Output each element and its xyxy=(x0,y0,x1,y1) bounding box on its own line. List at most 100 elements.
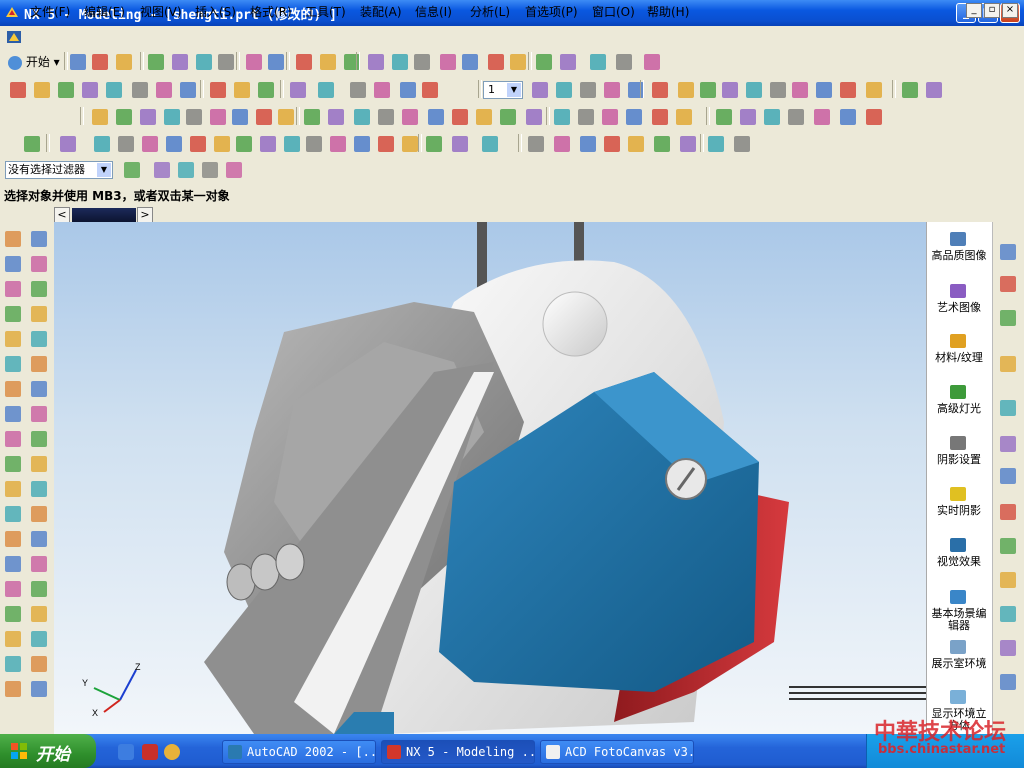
graphics-viewport[interactable]: Z Y X xyxy=(54,222,926,734)
visualization-item-label[interactable]: 材料/纹理 xyxy=(928,352,990,364)
toolbar-tool-icon[interactable] xyxy=(708,136,724,152)
toolbar-tool-icon[interactable] xyxy=(368,54,384,70)
toolbar-tool-icon[interactable] xyxy=(210,82,226,98)
toolbar-tool-icon[interactable] xyxy=(580,82,596,98)
palette-tool-icon[interactable] xyxy=(5,381,21,397)
windows-start-button[interactable]: 开始 xyxy=(0,734,96,768)
toolbar-tool-icon[interactable] xyxy=(462,54,478,70)
toolbar-tool-icon[interactable] xyxy=(716,109,732,125)
toolbar-tool-icon[interactable] xyxy=(330,136,346,152)
visualization-item-label[interactable]: 高品质图像 xyxy=(928,250,990,262)
palette-tool-icon[interactable] xyxy=(31,381,47,397)
visualization-item-label[interactable]: 展示室环境 xyxy=(928,658,990,670)
palette-tool-icon[interactable] xyxy=(5,506,21,522)
visualization-item-label[interactable]: 基本场景编辑器 xyxy=(928,608,990,632)
toolbar-tool-icon[interactable] xyxy=(554,136,570,152)
taskbar-button[interactable]: ACD FotoCanvas v3.0 xyxy=(540,740,694,764)
toolbar-tool-icon[interactable] xyxy=(180,82,196,98)
palette-tool-icon[interactable] xyxy=(5,281,21,297)
toolbar-tool-icon[interactable] xyxy=(402,109,418,125)
toolbar-tool-icon[interactable] xyxy=(644,54,660,70)
toolbar-tool-icon[interactable] xyxy=(556,82,572,98)
menu-item[interactable]: 工具(T) xyxy=(305,3,346,20)
toolbar-tool-icon[interactable] xyxy=(554,109,570,125)
toolbar-tool-icon[interactable] xyxy=(210,109,226,125)
palette-tool-icon[interactable] xyxy=(31,306,47,322)
toolbar-tool-icon[interactable] xyxy=(196,54,212,70)
palette-tool-icon[interactable] xyxy=(31,406,47,422)
toolbar-tool-icon[interactable] xyxy=(258,82,274,98)
toolbar-tool-icon[interactable] xyxy=(414,54,430,70)
toolbar-tool-icon[interactable] xyxy=(560,54,576,70)
palette-tool-icon[interactable] xyxy=(5,531,21,547)
menu-item[interactable]: 视图(V) xyxy=(140,3,182,20)
toolbar-tool-icon[interactable] xyxy=(626,109,642,125)
toolbar-tool-icon[interactable] xyxy=(536,54,552,70)
menu-item[interactable]: 帮助(H) xyxy=(647,3,689,20)
nav-scroll-thumb[interactable] xyxy=(72,208,136,222)
palette-tool-icon[interactable] xyxy=(5,656,21,672)
toolbar-tool-icon[interactable] xyxy=(256,109,272,125)
menu-item[interactable]: 文件(F) xyxy=(30,3,70,20)
toolbar-tool-icon[interactable] xyxy=(604,136,620,152)
toolbar-tool-icon[interactable] xyxy=(580,136,596,152)
palette-tool-icon[interactable] xyxy=(31,231,47,247)
toolbar-tool-icon[interactable] xyxy=(452,109,468,125)
toolbar-tool-icon[interactable] xyxy=(482,136,498,152)
menu-item[interactable]: 分析(L) xyxy=(470,3,510,20)
toolbar-tool-icon[interactable] xyxy=(260,136,276,152)
menu-item[interactable]: 格式(R) xyxy=(250,3,292,20)
toolbar-tool-icon[interactable] xyxy=(510,54,526,70)
palette-tool-icon[interactable] xyxy=(5,356,21,372)
toolbar-tool-icon[interactable] xyxy=(268,54,284,70)
toolbar-tool-icon[interactable] xyxy=(840,82,856,98)
mdi-restore-button[interactable]: ▫ xyxy=(984,3,1000,18)
toolbar-tool-icon[interactable] xyxy=(92,54,108,70)
toolbar-tool-icon[interactable] xyxy=(734,136,750,152)
resource-tab-icon[interactable] xyxy=(1000,606,1016,622)
palette-tool-icon[interactable] xyxy=(31,456,47,472)
toolbar-tool-icon[interactable] xyxy=(328,109,344,125)
toolbar-tool-icon[interactable] xyxy=(764,109,780,125)
toolbar-tool-icon[interactable] xyxy=(142,136,158,152)
resource-tab-icon[interactable] xyxy=(1000,310,1016,326)
toolbar-tool-icon[interactable] xyxy=(676,109,692,125)
toolbar-tool-icon[interactable] xyxy=(378,136,394,152)
toolbar-tool-icon[interactable] xyxy=(156,82,172,98)
toolbar-tool-icon[interactable] xyxy=(58,82,74,98)
selection-tool-icon[interactable] xyxy=(226,162,242,178)
menu-item[interactable]: 信息(I) xyxy=(415,3,452,20)
visualization-item-label[interactable]: 实时阴影 xyxy=(928,505,990,517)
palette-tool-icon[interactable] xyxy=(31,431,47,447)
toolbar-tool-icon[interactable] xyxy=(236,136,252,152)
toolbar-tool-icon[interactable] xyxy=(532,82,548,98)
toolbar-tool-icon[interactable] xyxy=(814,109,830,125)
toolbar-tool-icon[interactable] xyxy=(746,82,762,98)
toolbar-tool-icon[interactable] xyxy=(788,109,804,125)
palette-tool-icon[interactable] xyxy=(5,406,21,422)
toolbar-tool-icon[interactable] xyxy=(350,82,366,98)
media-player-icon[interactable] xyxy=(164,744,180,760)
resource-tab-icon[interactable] xyxy=(1000,276,1016,292)
palette-tool-icon[interactable] xyxy=(5,456,21,472)
toolbar-tool-icon[interactable] xyxy=(318,82,334,98)
toolbar-tool-icon[interactable] xyxy=(116,54,132,70)
selection-tool-icon[interactable] xyxy=(124,162,140,178)
toolbar-tool-icon[interactable] xyxy=(92,109,108,125)
resource-tab-icon[interactable] xyxy=(1000,504,1016,520)
start-menu-button[interactable]: 开始 ▾ xyxy=(8,53,60,70)
toolbar-tool-icon[interactable] xyxy=(654,136,670,152)
toolbar-tool-icon[interactable] xyxy=(116,109,132,125)
toolbar-tool-icon[interactable] xyxy=(678,82,694,98)
toolbar-tool-icon[interactable] xyxy=(60,136,76,152)
toolbar-tool-icon[interactable] xyxy=(374,82,390,98)
resource-tab-icon[interactable] xyxy=(1000,436,1016,452)
toolbar-tool-icon[interactable] xyxy=(740,109,756,125)
visualization-item-label[interactable]: 视觉效果 xyxy=(928,556,990,568)
toolbar-tool-icon[interactable] xyxy=(866,82,882,98)
toolbar-tool-icon[interactable] xyxy=(190,136,206,152)
mdi-close-button[interactable]: × xyxy=(1002,3,1018,18)
toolbar-tool-icon[interactable] xyxy=(840,109,856,125)
visualization-item-label[interactable]: 艺术图像 xyxy=(928,302,990,314)
toolbar-tool-icon[interactable] xyxy=(652,82,668,98)
